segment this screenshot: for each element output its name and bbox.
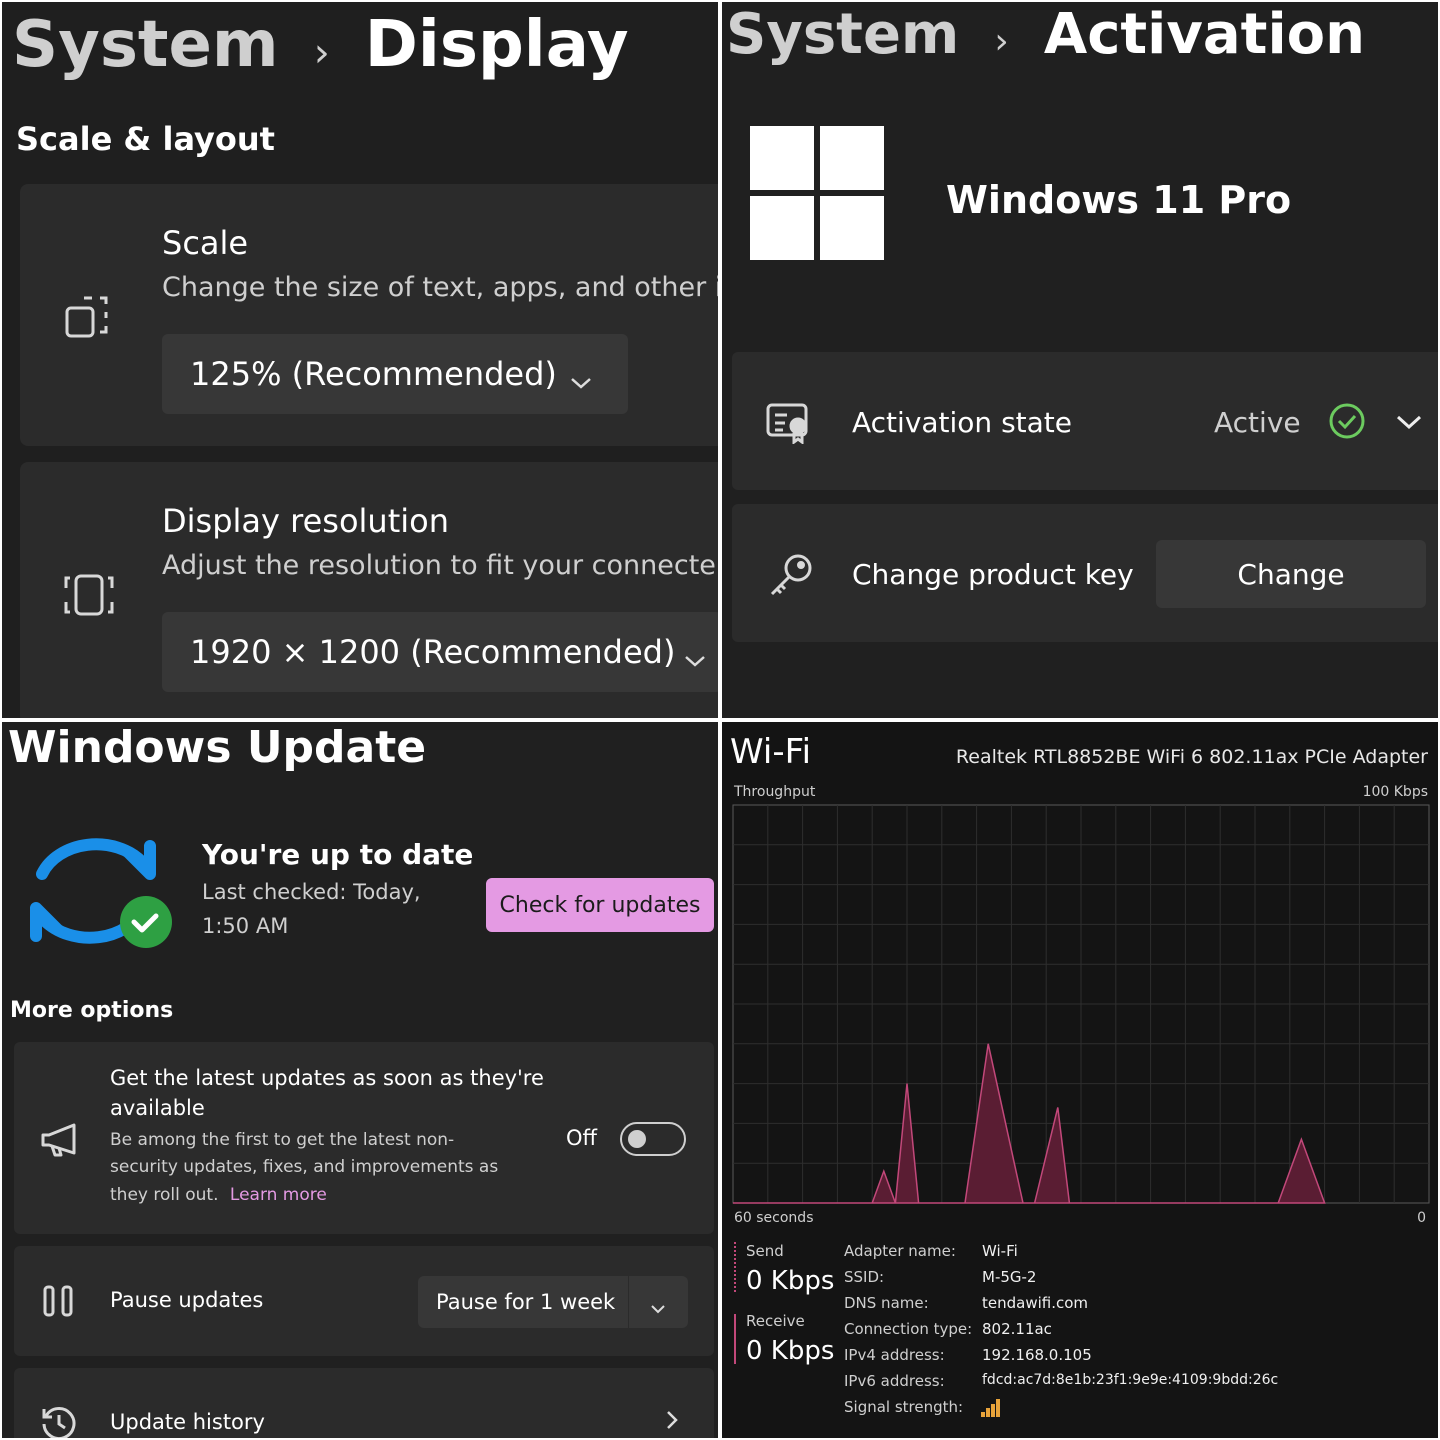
- last-checked-time: 1:50 AM: [202, 914, 289, 938]
- wifi-performance-panel: Wi-Fi Realtek RTL8852BE WiFi 6 802.11ax …: [722, 722, 1438, 1438]
- pause-updates-card: Pause updates Pause for 1 week: [14, 1246, 714, 1356]
- detail-label: IPv6 address:: [844, 1372, 945, 1390]
- breadcrumb-root[interactable]: System: [726, 2, 959, 67]
- pause-duration-dropdown[interactable]: Pause for 1 week: [418, 1276, 688, 1328]
- time-span-label: 60 seconds: [734, 1210, 814, 1226]
- detail-label: SSID:: [844, 1268, 885, 1286]
- key-icon: [768, 552, 814, 602]
- windows-logo-icon: [750, 126, 884, 260]
- chevron-right-icon: [666, 1410, 678, 1434]
- send-legend-bar: [734, 1242, 736, 1292]
- page-title: Windows Update: [8, 722, 427, 773]
- check-for-updates-button[interactable]: Check for updates: [486, 878, 714, 932]
- resolution-card: Display resolution Adjust the resolution…: [20, 462, 718, 718]
- chevron-down-icon: [684, 638, 706, 676]
- detail-label: IPv4 address:: [844, 1346, 945, 1364]
- scale-icon: [62, 292, 112, 342]
- resolution-description: Adjust the resolution to fit your connec…: [162, 550, 716, 581]
- pause-icon: [42, 1284, 76, 1322]
- learn-more-link[interactable]: Learn more: [230, 1185, 327, 1205]
- detail-label: Adapter name:: [844, 1242, 956, 1260]
- page-title: Display: [364, 8, 629, 82]
- activation-state-label: Activation state: [852, 406, 1073, 439]
- zero-label: 0: [1417, 1210, 1426, 1226]
- resolution-dropdown[interactable]: 1920 × 1200 (Recommended): [162, 612, 718, 692]
- chevron-down-icon: [570, 360, 592, 398]
- max-throughput-label: 100 Kbps: [1362, 784, 1428, 800]
- receive-value: 0 Kbps: [746, 1336, 835, 1366]
- update-status-title: You're up to date: [202, 838, 474, 871]
- resolution-title: Display resolution: [162, 502, 449, 540]
- change-product-key-row: Change product key Change: [732, 504, 1438, 642]
- breadcrumb: System › Activation: [726, 2, 1365, 67]
- toggle-knob: [628, 1130, 646, 1148]
- latest-updates-title-2: available: [110, 1096, 205, 1120]
- change-product-key-label: Change product key: [852, 558, 1134, 591]
- receive-label: Receive: [746, 1312, 805, 1330]
- sync-icon: [24, 824, 174, 954]
- update-history-row[interactable]: Update history: [14, 1368, 714, 1438]
- chevron-down-icon[interactable]: [1396, 414, 1422, 434]
- breadcrumb-root[interactable]: System: [12, 8, 279, 82]
- scale-description: Change the size of text, apps, and other…: [162, 272, 718, 303]
- page-title: Activation: [1043, 2, 1365, 67]
- latest-updates-desc-2: security updates, fixes, and improvement…: [110, 1157, 499, 1177]
- wifi-title: Wi-Fi: [730, 732, 812, 772]
- signal-strength-icon: [980, 1396, 1004, 1422]
- resolution-dropdown-value: 1920 × 1200 (Recommended): [190, 633, 676, 671]
- detail-label: Signal strength:: [844, 1398, 964, 1416]
- throughput-graph: [732, 804, 1430, 1204]
- latest-updates-desc-3: they roll out. Learn more: [110, 1185, 327, 1205]
- detail-value: Wi-Fi: [982, 1242, 1018, 1260]
- detail-value: 192.168.0.105: [982, 1346, 1092, 1364]
- latest-updates-toggle[interactable]: [620, 1122, 686, 1156]
- change-button[interactable]: Change: [1156, 540, 1426, 608]
- display-settings-panel: System › Display Scale & layout Scale Ch…: [2, 2, 718, 718]
- check-circle-icon: [1328, 402, 1366, 444]
- activation-settings-panel: System › Activation Windows 11 Pro Activ…: [722, 2, 1438, 718]
- certificate-icon: [766, 402, 812, 448]
- pause-updates-label: Pause updates: [110, 1288, 264, 1312]
- scale-card: Scale Change the size of text, apps, and…: [20, 184, 718, 446]
- pause-duration-value: Pause for 1 week: [436, 1290, 616, 1314]
- send-value: 0 Kbps: [746, 1266, 835, 1296]
- scale-dropdown-value: 125% (Recommended): [190, 355, 557, 393]
- receive-legend-bar: [734, 1314, 736, 1364]
- latest-updates-title-1: Get the latest updates as soon as they'r…: [110, 1066, 544, 1090]
- last-checked-date: Last checked: Today,: [202, 880, 421, 904]
- detail-value: 802.11ac: [982, 1320, 1052, 1338]
- activation-state-value: Active: [1214, 406, 1301, 439]
- section-title: Scale & layout: [16, 120, 275, 158]
- detail-value: M-5G-2: [982, 1268, 1037, 1286]
- detail-label: DNS name:: [844, 1294, 929, 1312]
- throughput-label: Throughput: [734, 784, 816, 800]
- dropdown-divider: [628, 1276, 629, 1328]
- chevron-down-icon: [650, 1295, 666, 1319]
- toggle-state-label: Off: [566, 1126, 597, 1150]
- latest-updates-desc-1: Be among the first to get the latest non…: [110, 1130, 455, 1150]
- windows-update-panel: Windows Update You're up to date Last ch…: [2, 722, 718, 1438]
- breadcrumb-separator: ›: [313, 30, 330, 76]
- resolution-icon: [62, 570, 116, 620]
- detail-label: Connection type:: [844, 1320, 973, 1338]
- scale-dropdown[interactable]: 125% (Recommended): [162, 334, 628, 414]
- detail-value: fdcd:ac7d:8e1b:23f1:9e9e:4109:9bdd:26c: [982, 1372, 1279, 1388]
- history-icon: [40, 1404, 78, 1438]
- scale-title: Scale: [162, 224, 249, 262]
- adapter-name-header: Realtek RTL8852BE WiFi 6 802.11ax PCIe A…: [955, 746, 1428, 768]
- activation-state-row[interactable]: Activation state Active: [732, 352, 1438, 490]
- send-label: Send: [746, 1242, 784, 1260]
- latest-updates-desc-3-text: they roll out.: [110, 1185, 219, 1205]
- megaphone-icon: [40, 1122, 80, 1162]
- edition-name: Windows 11 Pro: [946, 178, 1292, 222]
- breadcrumb: System › Display: [12, 8, 629, 82]
- graph-grid: [733, 805, 1429, 1203]
- more-options-heading: More options: [10, 998, 174, 1023]
- latest-updates-card: Get the latest updates as soon as they'r…: [14, 1042, 714, 1234]
- detail-value: tendawifi.com: [982, 1294, 1089, 1312]
- update-history-label: Update history: [110, 1410, 265, 1434]
- breadcrumb-separator: ›: [994, 21, 1009, 62]
